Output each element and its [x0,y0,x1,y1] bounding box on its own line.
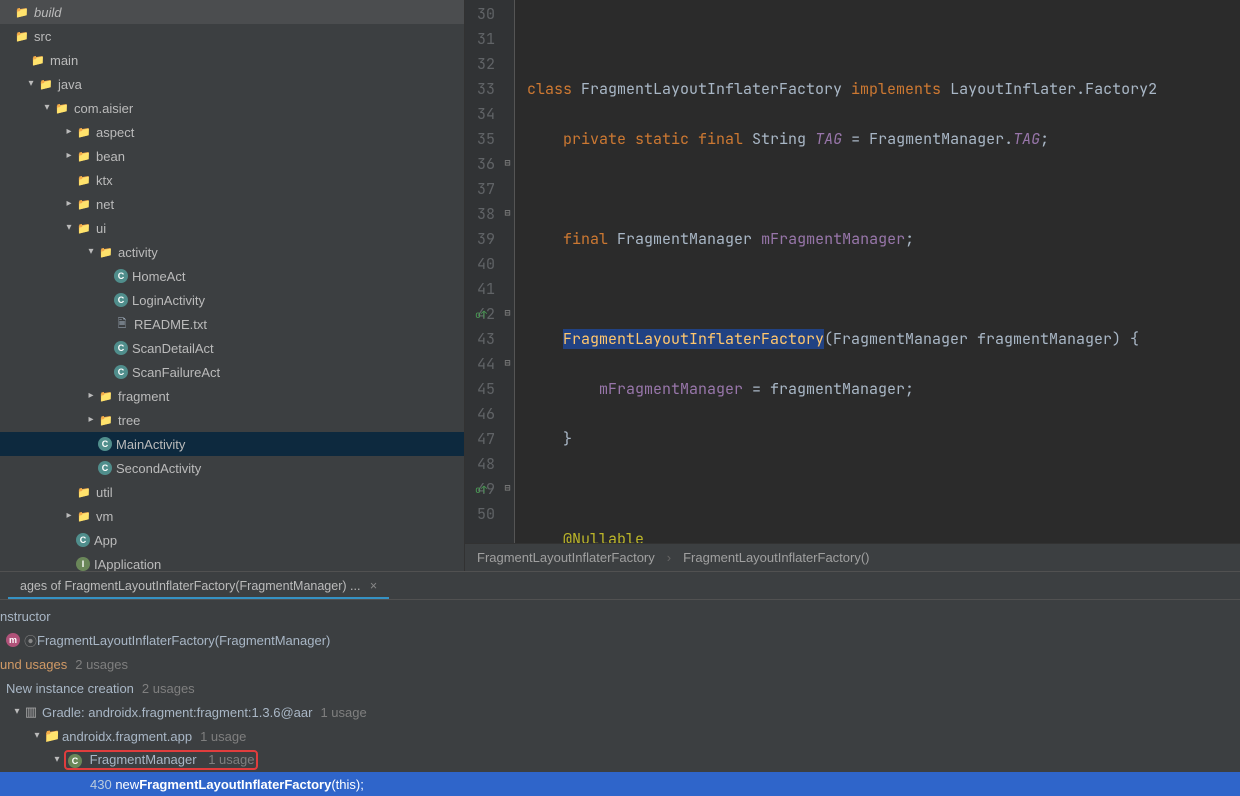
chevron-down-icon[interactable] [84,245,98,259]
code-line[interactable]: @Nullable [527,527,1240,543]
close-icon[interactable]: × [370,579,377,593]
project-tree[interactable]: 📁 build 📁 src 📁 main 📁 java 📁 com.aisier… [0,0,465,571]
tree-aspect[interactable]: 📁 aspect [0,120,464,144]
library-icon: ▥ [24,704,38,720]
interface-icon: I [76,557,90,571]
class-icon: C [98,437,112,451]
code-line[interactable]: private static final String TAG = Fragme… [527,127,1240,152]
tree-java[interactable]: 📁 java [0,72,464,96]
breadcrumb-item[interactable]: FragmentLayoutInflaterFactory [477,550,655,565]
code-line[interactable]: } [527,427,1240,452]
code-line[interactable]: class FragmentLayoutInflaterFactory impl… [527,77,1240,102]
class-icon: C [114,365,128,379]
chevron-down-icon[interactable] [24,77,38,91]
folder-icon: 📁 [30,52,46,68]
chevron-right-icon[interactable] [84,413,98,427]
tree-homeact[interactable]: C HomeAct [0,264,464,288]
chevron-right-icon[interactable] [62,197,76,211]
tree-fragment[interactable]: 📁 fragment [0,384,464,408]
chevron-down-icon[interactable] [50,753,64,767]
tree-secondactivity[interactable]: C SecondActivity [0,456,464,480]
code-editor[interactable]: 30313233343536373839404142o↑434445464748… [465,0,1240,571]
chevron-right-icon[interactable] [62,125,76,139]
chevron-down-icon[interactable] [30,729,44,743]
package-icon: 📁 [54,100,70,116]
chevron-down-icon[interactable] [40,101,54,115]
tree-net[interactable]: 📁 net [0,192,464,216]
chevron-down-icon[interactable] [62,221,76,235]
package-icon: 📁 [76,220,92,236]
class-icon: C [114,341,128,355]
package-icon: 📁 [76,484,92,500]
find-method[interactable]: m ⦿ FragmentLayoutInflaterFactory(Fragme… [0,628,1240,652]
tree-iapplication[interactable]: I IApplication [0,552,464,571]
chevron-right-icon[interactable] [84,389,98,403]
find-found-usages[interactable]: und usages 2 usages [0,652,1240,676]
find-package[interactable]: 📁 androidx.fragment.app 1 usage [0,724,1240,748]
chevron-right-icon[interactable] [62,509,76,523]
tree-mainactivity[interactable]: C MainActivity [0,432,464,456]
tree-main[interactable]: 📁 main [0,48,464,72]
package-icon: 📁 [76,196,92,212]
file-icon: 🗎 [114,316,130,332]
package-icon: 📁 [76,172,92,188]
class-icon: C [114,293,128,307]
code-line[interactable]: final FragmentManager mFragmentManager; [527,227,1240,252]
line-number-gutter: 30313233343536373839404142o↑434445464748… [465,0,501,543]
tree-treepkg[interactable]: 📁 tree [0,408,464,432]
class-icon: C [114,269,128,283]
tree-pkg-root[interactable]: 📁 com.aisier [0,96,464,120]
code-line[interactable] [527,477,1240,502]
package-icon: 📁 [98,244,114,260]
find-class[interactable]: C FragmentManager 1 usage [0,748,1240,772]
code-line[interactable] [527,27,1240,52]
breadcrumb-item[interactable]: FragmentLayoutInflaterFactory() [683,550,869,565]
method-icon: m [6,633,20,647]
find-tab[interactable]: ages of FragmentLayoutInflaterFactory(Fr… [8,575,389,599]
tree-bean[interactable]: 📁 bean [0,144,464,168]
folder-icon: 📁 [14,28,30,44]
tree-loginact[interactable]: C LoginActivity [0,288,464,312]
tree-ui[interactable]: 📁 ui [0,216,464,240]
code-line[interactable]: mFragmentManager = fragmentManager; [527,377,1240,402]
class-icon: C [76,533,90,547]
package-icon: 📁 [98,412,114,428]
tree-scandetail[interactable]: C ScanDetailAct [0,336,464,360]
code-content[interactable]: class FragmentLayoutInflaterFactory impl… [515,0,1240,543]
tree-readme[interactable]: 🗎 README.txt [0,312,464,336]
package-icon: 📁 [76,124,92,140]
tree-ktx[interactable]: 📁 ktx [0,168,464,192]
code-line[interactable] [527,177,1240,202]
folder-icon: 📁 [14,4,30,20]
tree-scanfail[interactable]: C ScanFailureAct [0,360,464,384]
tree-build[interactable]: 📁 build [0,0,464,24]
find-new-instance[interactable]: New instance creation 2 usages [0,676,1240,700]
package-icon: 📁 [44,728,58,744]
chevron-right-icon[interactable] [62,149,76,163]
tree-src[interactable]: 📁 src [0,24,464,48]
code-line[interactable] [527,277,1240,302]
chevron-right-icon: › [667,550,671,565]
find-usages-panel[interactable]: ages of FragmentLayoutInflaterFactory(Fr… [0,571,1240,796]
code-line[interactable]: FragmentLayoutInflaterFactory(FragmentMa… [527,327,1240,352]
tree-vm[interactable]: 📁 vm [0,504,464,528]
folder-icon: 📁 [38,76,54,92]
find-group-constructor[interactable]: nstructor [0,604,1240,628]
tree-activity[interactable]: 📁 activity [0,240,464,264]
package-icon: 📁 [98,388,114,404]
chevron-down-icon[interactable] [10,705,24,719]
find-gradle-lib[interactable]: ▥ Gradle: androidx.fragment:fragment:1.3… [0,700,1240,724]
tree-util[interactable]: 📁 util [0,480,464,504]
package-icon: 📁 [76,508,92,524]
class-icon: C [68,754,82,768]
class-icon: C [98,461,112,475]
fold-gutter[interactable]: ⊟⊟⊟⊟⊟ [501,0,515,543]
breadcrumb[interactable]: FragmentLayoutInflaterFactory › Fragment… [465,543,1240,571]
tree-app[interactable]: C App [0,528,464,552]
find-usage-line[interactable]: 430 new FragmentLayoutInflaterFactory(th… [0,772,1240,796]
find-tabs[interactable]: ages of FragmentLayoutInflaterFactory(Fr… [0,572,1240,600]
package-icon: 📁 [76,148,92,164]
